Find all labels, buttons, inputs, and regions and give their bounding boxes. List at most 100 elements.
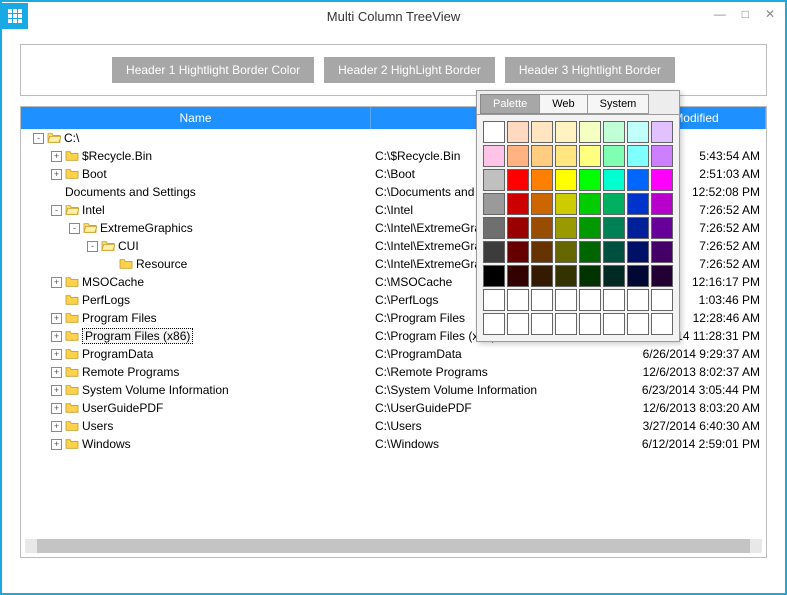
color-swatch[interactable] bbox=[603, 217, 625, 239]
color-swatch[interactable] bbox=[507, 193, 529, 215]
minimize-button[interactable]: — bbox=[710, 6, 730, 22]
expander-icon[interactable]: - bbox=[51, 205, 62, 216]
color-swatch[interactable] bbox=[531, 145, 553, 167]
color-swatch[interactable] bbox=[507, 145, 529, 167]
color-swatch[interactable] bbox=[579, 217, 601, 239]
tree-row[interactable]: + UserGuidePDFC:\UserGuidePDF12/6/2013 8… bbox=[21, 399, 766, 417]
color-swatch[interactable] bbox=[579, 193, 601, 215]
expander-icon[interactable]: + bbox=[51, 439, 62, 450]
expander-icon[interactable]: + bbox=[51, 385, 62, 396]
color-swatch[interactable] bbox=[603, 265, 625, 287]
expander-icon[interactable]: - bbox=[69, 223, 80, 234]
color-swatch[interactable] bbox=[507, 241, 529, 263]
color-swatch[interactable] bbox=[483, 193, 505, 215]
color-swatch[interactable] bbox=[603, 169, 625, 191]
color-swatch[interactable] bbox=[555, 265, 577, 287]
expander-icon[interactable]: - bbox=[33, 133, 44, 144]
color-swatch[interactable] bbox=[555, 193, 577, 215]
color-swatch[interactable] bbox=[579, 241, 601, 263]
color-swatch[interactable] bbox=[531, 121, 553, 143]
tree-row[interactable]: + Remote ProgramsC:\Remote Programs12/6/… bbox=[21, 363, 766, 381]
expander-icon[interactable]: + bbox=[51, 403, 62, 414]
color-swatch[interactable] bbox=[603, 289, 625, 311]
color-swatch[interactable] bbox=[651, 313, 673, 335]
color-swatch[interactable] bbox=[651, 169, 673, 191]
color-swatch[interactable] bbox=[483, 145, 505, 167]
close-button[interactable]: ✕ bbox=[761, 6, 779, 22]
color-swatch[interactable] bbox=[531, 313, 553, 335]
color-swatch[interactable] bbox=[531, 241, 553, 263]
horizontal-scrollbar[interactable] bbox=[25, 539, 762, 553]
color-swatch[interactable] bbox=[627, 313, 649, 335]
expander-icon[interactable]: + bbox=[51, 313, 62, 324]
color-swatch[interactable] bbox=[507, 289, 529, 311]
color-swatch[interactable] bbox=[507, 265, 529, 287]
expander-icon[interactable]: + bbox=[51, 349, 62, 360]
color-swatch[interactable] bbox=[531, 193, 553, 215]
color-swatch[interactable] bbox=[483, 313, 505, 335]
tree-row[interactable]: + WindowsC:\Windows6/12/2014 2:59:01 PM bbox=[21, 435, 766, 453]
color-swatch[interactable] bbox=[579, 121, 601, 143]
expander-icon[interactable]: + bbox=[51, 331, 62, 342]
color-swatch[interactable] bbox=[651, 121, 673, 143]
scrollbar-thumb[interactable] bbox=[37, 539, 750, 553]
tree-row[interactable]: + UsersC:\Users3/27/2014 6:40:30 AM bbox=[21, 417, 766, 435]
expander-icon[interactable]: + bbox=[51, 169, 62, 180]
color-swatch[interactable] bbox=[555, 289, 577, 311]
color-swatch[interactable] bbox=[483, 289, 505, 311]
tab-system[interactable]: System bbox=[587, 94, 650, 114]
color-swatch[interactable] bbox=[627, 193, 649, 215]
maximize-button[interactable]: □ bbox=[738, 6, 753, 22]
color-swatch[interactable] bbox=[579, 313, 601, 335]
expander-icon[interactable]: + bbox=[51, 421, 62, 432]
color-swatch[interactable] bbox=[627, 265, 649, 287]
color-swatch[interactable] bbox=[483, 217, 505, 239]
color-swatch[interactable] bbox=[651, 289, 673, 311]
color-swatch[interactable] bbox=[579, 145, 601, 167]
color-swatch[interactable] bbox=[555, 169, 577, 191]
header1-highlight-button[interactable]: Header 1 Hightlight Border Color bbox=[112, 57, 314, 83]
color-swatch[interactable] bbox=[651, 217, 673, 239]
tree-row[interactable]: + ProgramDataC:\ProgramData6/26/2014 9:2… bbox=[21, 345, 766, 363]
color-swatch[interactable] bbox=[531, 169, 553, 191]
color-swatch[interactable] bbox=[483, 169, 505, 191]
color-swatch[interactable] bbox=[603, 241, 625, 263]
color-swatch[interactable] bbox=[579, 289, 601, 311]
color-swatch[interactable] bbox=[603, 145, 625, 167]
tab-palette[interactable]: Palette bbox=[480, 94, 540, 114]
expander-icon[interactable]: + bbox=[51, 277, 62, 288]
color-swatch[interactable] bbox=[555, 121, 577, 143]
color-swatch[interactable] bbox=[507, 313, 529, 335]
color-swatch[interactable] bbox=[555, 145, 577, 167]
color-swatch[interactable] bbox=[507, 217, 529, 239]
color-swatch[interactable] bbox=[483, 265, 505, 287]
color-swatch[interactable] bbox=[627, 121, 649, 143]
column-header-name[interactable]: Name bbox=[21, 107, 371, 129]
color-swatch[interactable] bbox=[507, 169, 529, 191]
color-swatch[interactable] bbox=[579, 265, 601, 287]
color-swatch[interactable] bbox=[627, 169, 649, 191]
color-swatch[interactable] bbox=[531, 289, 553, 311]
color-swatch[interactable] bbox=[603, 193, 625, 215]
color-swatch[interactable] bbox=[579, 169, 601, 191]
color-swatch[interactable] bbox=[531, 217, 553, 239]
expander-icon[interactable]: + bbox=[51, 151, 62, 162]
color-swatch[interactable] bbox=[651, 241, 673, 263]
color-swatch[interactable] bbox=[483, 121, 505, 143]
color-swatch[interactable] bbox=[555, 313, 577, 335]
color-swatch[interactable] bbox=[507, 121, 529, 143]
color-swatch[interactable] bbox=[651, 193, 673, 215]
tree-row[interactable]: + System Volume InformationC:\System Vol… bbox=[21, 381, 766, 399]
color-swatch[interactable] bbox=[627, 145, 649, 167]
tab-web[interactable]: Web bbox=[539, 94, 587, 114]
color-swatch[interactable] bbox=[531, 265, 553, 287]
expander-icon[interactable]: - bbox=[87, 241, 98, 252]
color-swatch[interactable] bbox=[651, 145, 673, 167]
color-swatch[interactable] bbox=[603, 313, 625, 335]
expander-icon[interactable]: + bbox=[51, 367, 62, 378]
header2-highlight-button[interactable]: Header 2 HighLight Border bbox=[324, 57, 495, 83]
color-swatch[interactable] bbox=[627, 241, 649, 263]
color-swatch[interactable] bbox=[651, 265, 673, 287]
color-swatch[interactable] bbox=[555, 217, 577, 239]
color-swatch[interactable] bbox=[483, 241, 505, 263]
